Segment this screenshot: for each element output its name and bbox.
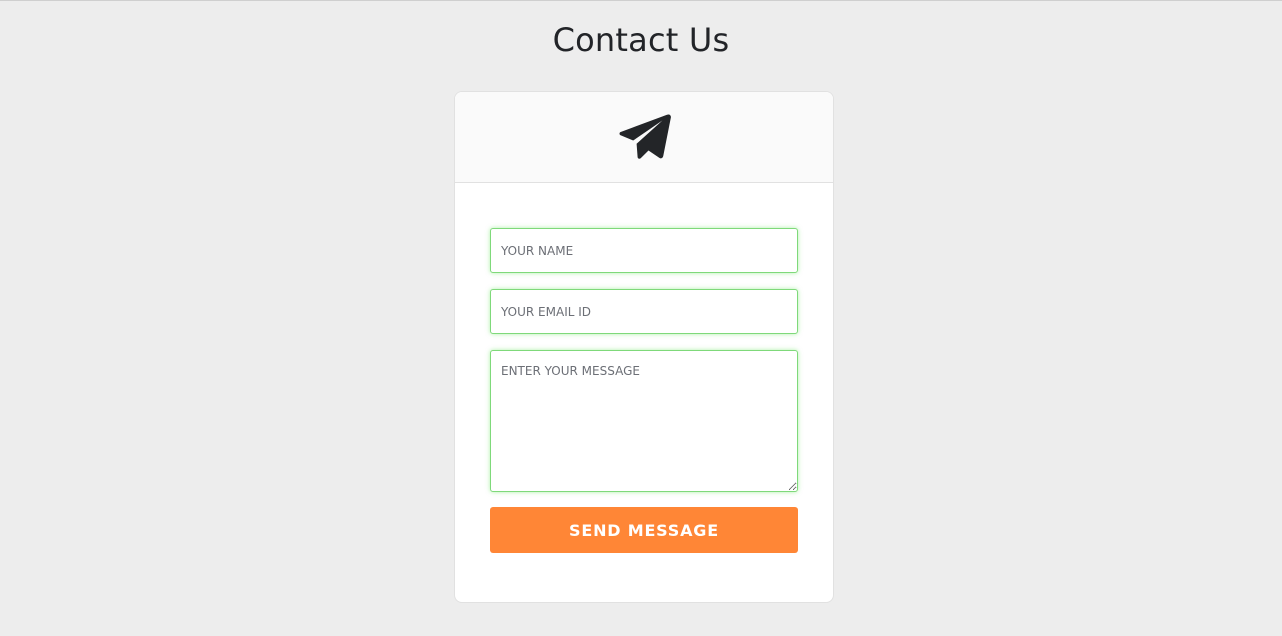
email-field[interactable] [490, 289, 798, 334]
contact-card: SEND MESSAGE [454, 91, 834, 603]
message-field[interactable] [490, 350, 798, 492]
contact-form: SEND MESSAGE [490, 228, 798, 553]
card-header [455, 92, 833, 183]
name-field[interactable] [490, 228, 798, 273]
send-message-button[interactable]: SEND MESSAGE [490, 507, 798, 553]
page-title: Contact Us [552, 21, 730, 59]
paper-plane-icon [619, 114, 671, 159]
